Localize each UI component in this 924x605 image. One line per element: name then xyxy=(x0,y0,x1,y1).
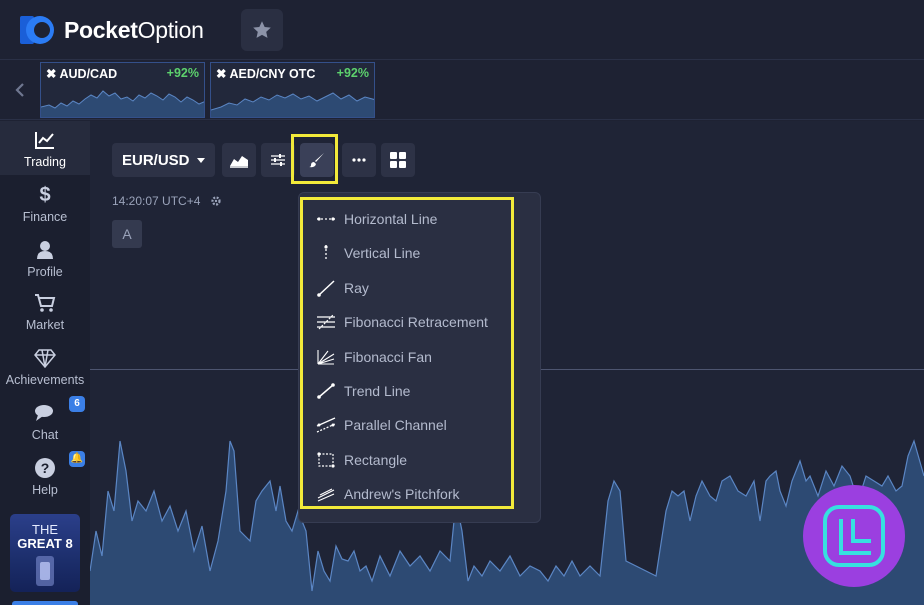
sidebar-item-chat[interactable]: 6 Chat xyxy=(0,394,90,448)
sidebar-item-market[interactable]: Market xyxy=(0,284,90,338)
logo-icon xyxy=(18,13,58,47)
drawings-button-highlight xyxy=(291,134,338,184)
menu-item-parallel-channel[interactable]: Parallel Channel xyxy=(316,412,506,438)
asset-sparkline xyxy=(211,92,374,117)
horizontal-line-icon xyxy=(317,217,335,221)
gear-icon[interactable] xyxy=(210,195,222,207)
sidebar-item-label: Help xyxy=(32,483,58,497)
menu-item-trend-line[interactable]: Trend Line xyxy=(316,378,506,404)
chevron-left-icon[interactable] xyxy=(12,80,28,100)
sidebar-item-label: Trading xyxy=(24,155,66,169)
dollar-icon: $ xyxy=(39,184,51,206)
grid-layout-icon xyxy=(390,152,406,168)
asset-card-aed-cny-otc[interactable]: ✖ AED/CNY OTC +92% xyxy=(210,62,375,118)
parallel-channel-icon xyxy=(316,417,336,433)
menu-item-ray[interactable]: Ray xyxy=(316,275,506,301)
promo-button[interactable] xyxy=(12,601,78,605)
promo-line-2: GREAT 8 xyxy=(17,536,73,551)
trend-line-icon xyxy=(317,383,335,399)
promo-art xyxy=(36,556,54,586)
area-chart-icon xyxy=(230,156,248,168)
menu-item-vertical-line[interactable]: Vertical Line xyxy=(316,240,506,266)
sidebar-item-finance[interactable]: $ Finance xyxy=(0,176,90,230)
pair-selector[interactable]: EUR/USD xyxy=(112,143,215,177)
pitchfork-icon xyxy=(317,488,335,502)
menu-item-fibonacci-retracement[interactable]: Fibonacci Retracement xyxy=(316,309,506,335)
pair-label: EUR/USD xyxy=(122,151,190,169)
promo-banner[interactable]: THE GREAT 8 xyxy=(10,514,80,592)
star-icon xyxy=(253,21,271,38)
rectangle-icon xyxy=(317,452,335,468)
ray-icon xyxy=(317,280,335,297)
sidebar-item-help[interactable]: ? 🔔 Help xyxy=(0,449,90,503)
more-options-button[interactable] xyxy=(342,143,376,177)
sidebar-item-profile[interactable]: Profile xyxy=(0,231,90,285)
menu-item-andrews-pitchfork[interactable]: Andrew's Pitchfork xyxy=(316,481,506,507)
cart-icon xyxy=(35,294,56,312)
sidebar-item-label: Finance xyxy=(22,210,68,224)
layout-button[interactable] xyxy=(381,143,415,177)
sidebar: Trading $ Finance Profile Market Achieve… xyxy=(0,121,90,605)
asset-strip: ✖ AUD/CAD +92% ✖ AED/CNY OTC +92% xyxy=(0,60,924,120)
watermark-logo xyxy=(803,485,905,587)
diamond-icon xyxy=(34,349,56,368)
asset-sparkline xyxy=(41,90,204,117)
chart-type-button[interactable] xyxy=(222,143,256,177)
vertical-line-icon xyxy=(324,245,328,261)
sidebar-item-label: Market xyxy=(25,318,65,332)
help-icon: ? xyxy=(35,458,55,478)
sidebar-item-achievements[interactable]: Achievements xyxy=(0,339,90,393)
sidebar-item-label: Achievements xyxy=(5,373,85,387)
sidebar-item-label: Profile xyxy=(27,265,63,279)
fibonacci-fan-icon xyxy=(317,350,335,365)
user-icon xyxy=(37,241,53,259)
notification-bell-badge: 🔔 xyxy=(69,451,85,467)
indicators-button[interactable] xyxy=(261,143,295,177)
asset-card-aud-cad[interactable]: ✖ AUD/CAD +92% xyxy=(40,62,205,118)
logo-text: PocketOption xyxy=(64,16,204,43)
chart-line-icon xyxy=(35,132,54,149)
pocket-option-logo[interactable]: PocketOption xyxy=(18,13,204,47)
top-header: PocketOption xyxy=(0,0,924,60)
sliders-icon xyxy=(271,154,285,166)
chat-badge: 6 xyxy=(69,396,85,412)
chat-icon xyxy=(35,405,53,421)
favorites-button[interactable] xyxy=(241,9,283,51)
sidebar-item-label: Chat xyxy=(31,428,59,442)
sidebar-item-trading[interactable]: Trading xyxy=(0,121,90,175)
menu-item-horizontal-line[interactable]: Horizontal Line xyxy=(316,206,506,232)
menu-item-fibonacci-fan[interactable]: Fibonacci Fan xyxy=(316,344,506,370)
ellipsis-icon xyxy=(352,158,366,162)
server-time: 14:20:07 UTC+4 xyxy=(112,194,201,208)
promo-line-1: THE xyxy=(32,522,58,537)
chart-a-button[interactable]: A xyxy=(112,220,142,248)
menu-item-rectangle[interactable]: Rectangle xyxy=(316,447,506,473)
fibonacci-retracement-icon xyxy=(317,314,335,330)
chevron-down-icon xyxy=(196,157,205,163)
